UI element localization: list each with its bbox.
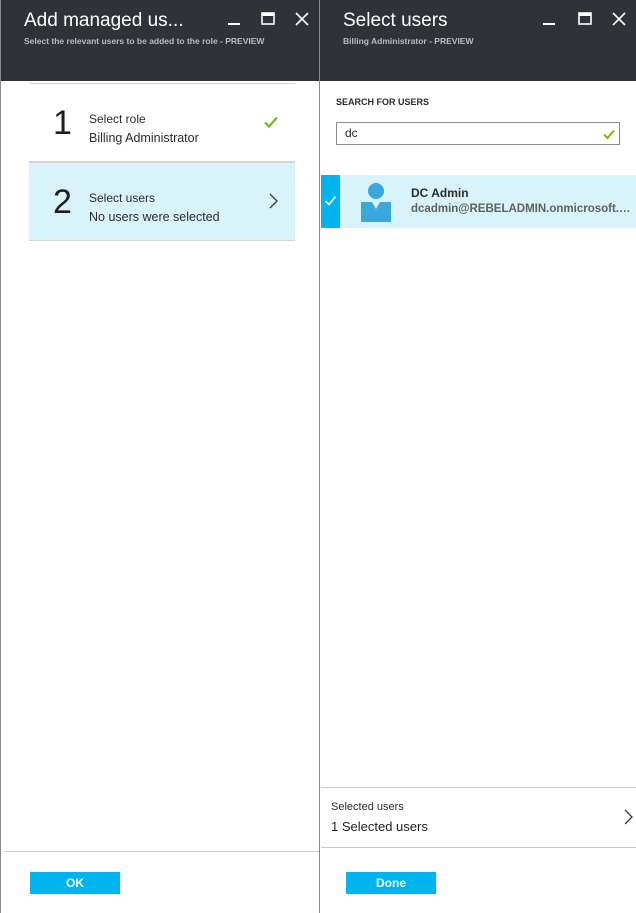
checkmark-icon xyxy=(324,195,337,206)
maximize-icon[interactable] xyxy=(576,10,594,28)
footer-divider xyxy=(5,851,319,852)
blade-subtitle: Billing Administrator - PREVIEW xyxy=(343,36,474,46)
checkmark-icon xyxy=(602,127,616,141)
blade-subtitle: Select the relevant users to be added to… xyxy=(24,36,265,46)
selected-users-count: 1 Selected users xyxy=(331,819,428,834)
step-title: Select role xyxy=(89,112,146,126)
chevron-right-icon xyxy=(265,193,281,209)
user-avatar-icon xyxy=(359,182,393,222)
done-button[interactable]: Done xyxy=(346,872,436,894)
search-input[interactable] xyxy=(345,126,585,140)
select-users-blade: Select users Billing Administrator - PRE… xyxy=(320,0,636,913)
blade-header: Select users Billing Administrator - PRE… xyxy=(320,0,636,81)
checkmark-icon xyxy=(263,114,279,130)
add-managed-users-blade: Add managed us... Select the relevant us… xyxy=(0,0,320,913)
search-label: SEARCH FOR USERS xyxy=(336,97,430,107)
step-number: 1 xyxy=(53,104,72,142)
maximize-icon[interactable] xyxy=(259,10,277,28)
chevron-right-icon xyxy=(622,808,634,826)
user-name: DC Admin xyxy=(411,186,469,200)
user-email: dcadmin@REBELADMIN.onmicrosoft.com xyxy=(411,203,633,215)
minimize-icon[interactable] xyxy=(540,10,558,28)
selected-users-summary[interactable]: Selected users 1 Selected users xyxy=(321,787,636,848)
step-title: Select users xyxy=(89,191,156,205)
search-box[interactable] xyxy=(336,122,620,145)
close-icon[interactable] xyxy=(610,10,628,28)
step-value: Billing Administrator xyxy=(89,131,199,145)
step-value: No users were selected xyxy=(89,210,220,224)
user-result-row[interactable]: DC Admin dcadmin@REBELADMIN.onmicrosoft.… xyxy=(321,175,636,228)
blade-title: Select users xyxy=(343,10,448,31)
step-select-users[interactable]: 2 Select users No users were selected xyxy=(29,162,295,241)
selected-users-label: Selected users xyxy=(331,801,404,813)
close-icon[interactable] xyxy=(293,10,311,28)
step-select-role[interactable]: 1 Select role Billing Administrator xyxy=(29,83,295,162)
selection-indicator[interactable] xyxy=(321,175,340,228)
blade-header: Add managed us... Select the relevant us… xyxy=(1,0,319,81)
minimize-icon[interactable] xyxy=(225,10,243,28)
ok-button[interactable]: OK xyxy=(30,872,120,894)
blade-title: Add managed us... xyxy=(24,10,184,31)
step-number: 2 xyxy=(53,183,72,221)
